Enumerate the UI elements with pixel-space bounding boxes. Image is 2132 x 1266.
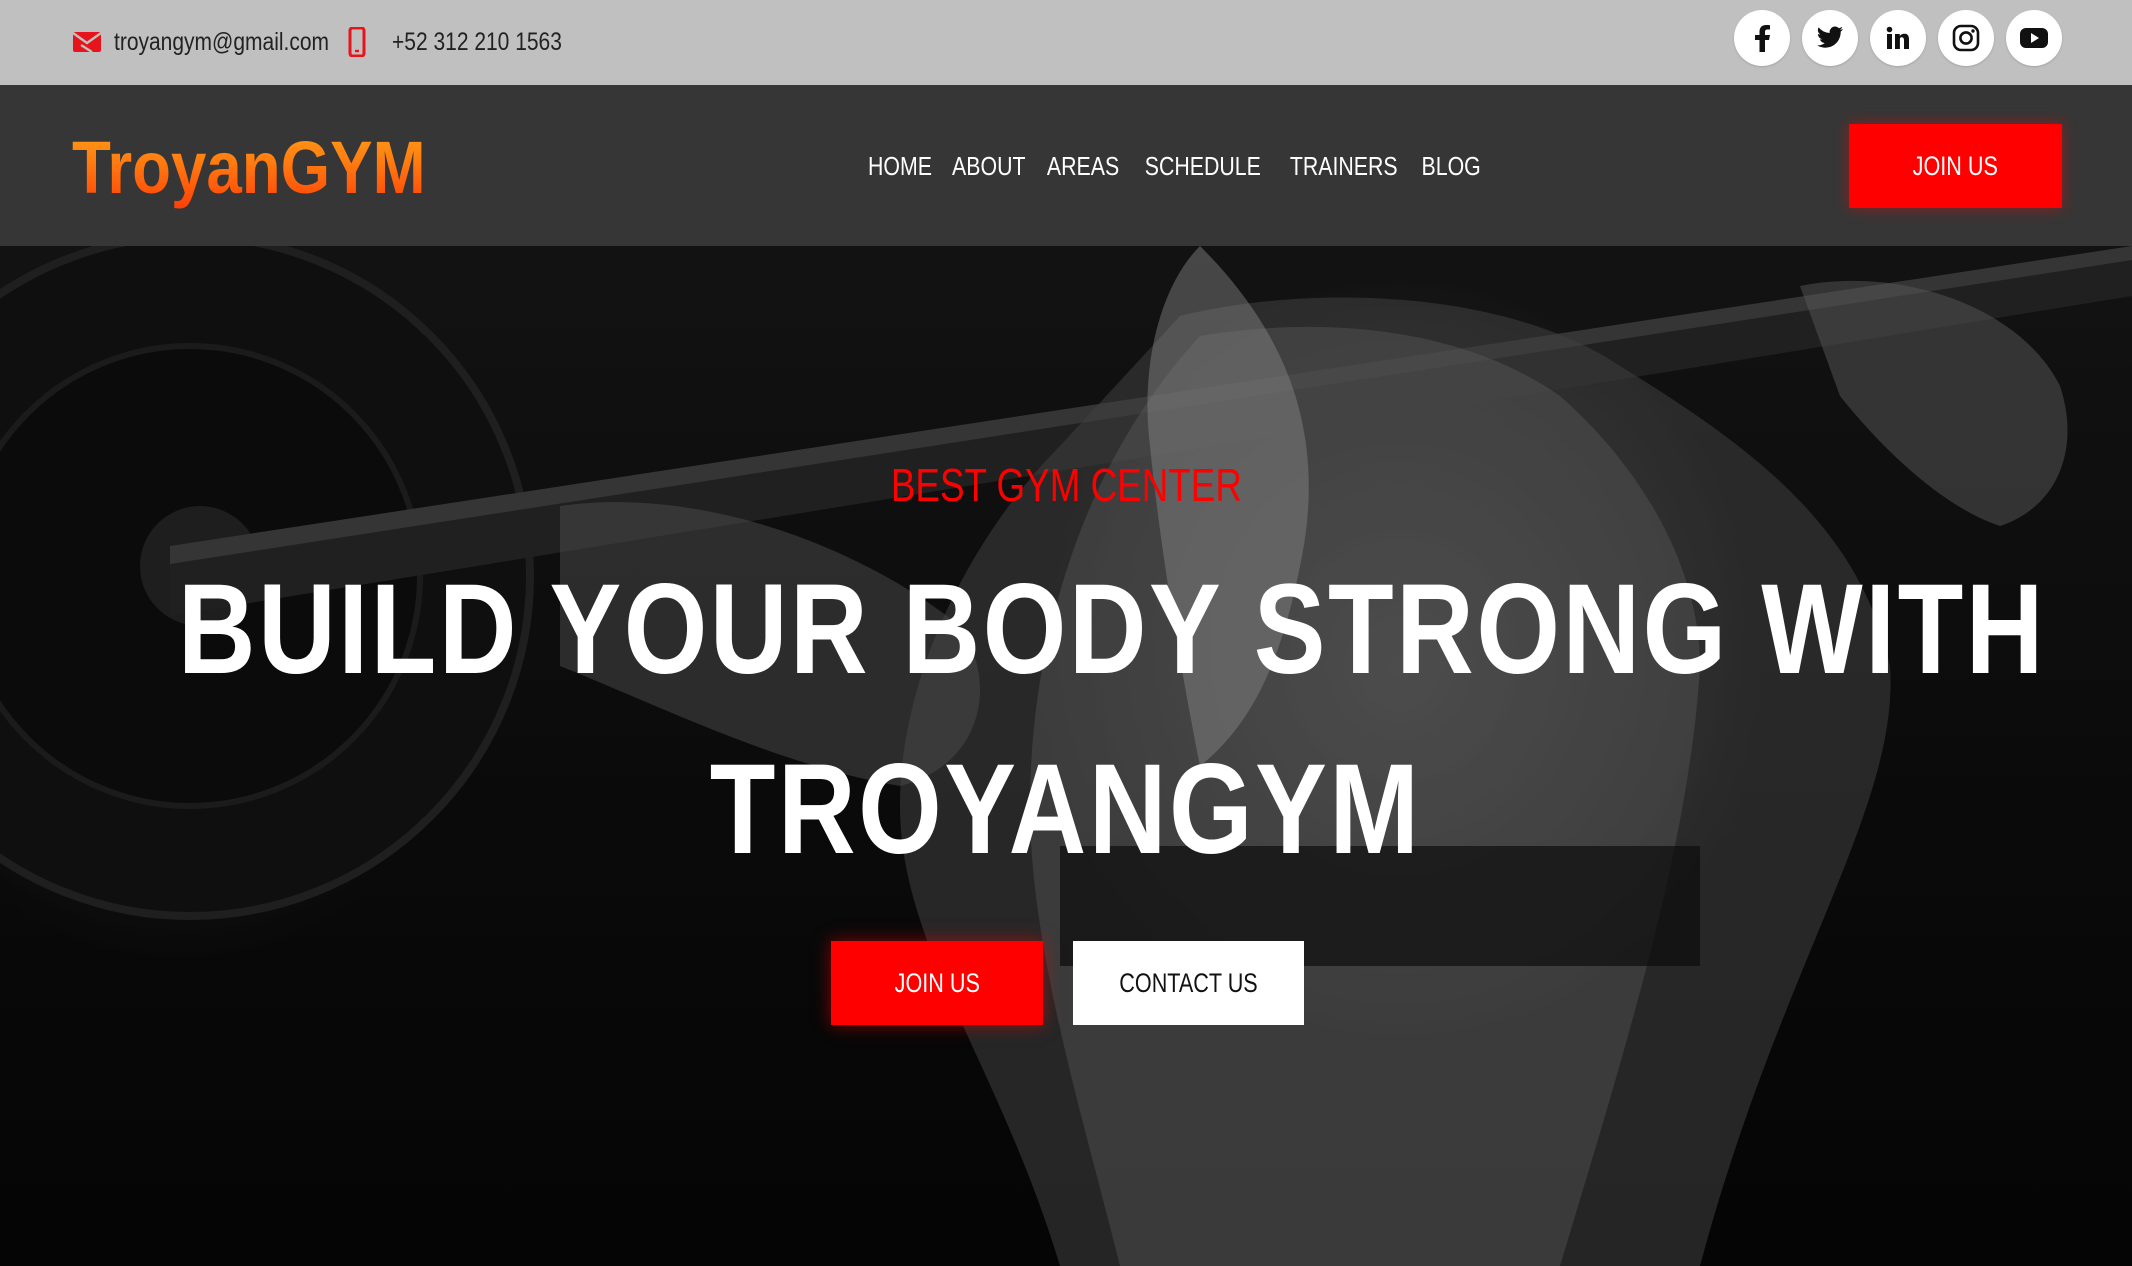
hero-headline-line2: TROYANGYM — [0, 736, 2132, 883]
instagram-icon[interactable] — [1938, 10, 1994, 66]
facebook-icon[interactable] — [1734, 10, 1790, 66]
twitter-icon[interactable] — [1802, 10, 1858, 66]
hero-headline-line1: BUILD YOUR BODY STRONG WITH — [0, 556, 2132, 703]
main-menu: HOME ABOUT AREAS SCHEDULE TRAINERS BLOG — [864, 151, 1484, 182]
hero-section: BEST GYM CENTER BUILD YOUR BODY STRONG W… — [0, 246, 2132, 1266]
top-bar: troyangym@gmail.com +52 312 210 1563 — [0, 0, 2132, 85]
nav-item-areas[interactable]: AREAS — [1047, 151, 1119, 182]
join-us-button-hero[interactable]: JOIN US — [831, 941, 1043, 1025]
youtube-icon[interactable] — [2006, 10, 2062, 66]
contact-us-button[interactable]: CONTACT US — [1073, 941, 1304, 1025]
main-navbar: TroyanGYM HOME ABOUT AREAS SCHEDULE TRAI… — [0, 85, 2132, 246]
join-us-button-header[interactable]: JOIN US — [1849, 124, 2062, 208]
hero-kicker: BEST GYM CENTER — [0, 458, 2132, 512]
hero-headline-text-1: BUILD YOUR BODY STRONG WITH — [177, 558, 2046, 701]
phone-number[interactable]: +52 312 210 1563 — [392, 28, 562, 57]
nav-item-about[interactable]: ABOUT — [952, 151, 1025, 182]
site-logo[interactable]: TroyanGYM — [72, 125, 426, 210]
contact-info: troyangym@gmail.com +52 312 210 1563 — [72, 24, 594, 60]
hero-kicker-text: BEST GYM CENTER — [890, 459, 1242, 511]
envelope-icon — [72, 27, 102, 57]
social-links — [1734, 10, 2062, 66]
nav-item-home[interactable]: HOME — [868, 151, 932, 182]
linkedin-icon[interactable] — [1870, 10, 1926, 66]
join-us-hero-label: JOIN US — [894, 967, 980, 998]
mobile-phone-icon — [342, 27, 372, 57]
nav-item-trainers[interactable]: TRAINERS — [1290, 151, 1398, 182]
nav-item-blog[interactable]: BLOG — [1421, 151, 1480, 182]
nav-item-schedule[interactable]: SCHEDULE — [1144, 151, 1260, 182]
email-link[interactable]: troyangym@gmail.com — [114, 28, 329, 57]
join-us-label: JOIN US — [1912, 150, 1999, 181]
contact-us-label: CONTACT US — [1119, 967, 1258, 998]
hero-headline-text-2: TROYANGYM — [710, 738, 1422, 881]
